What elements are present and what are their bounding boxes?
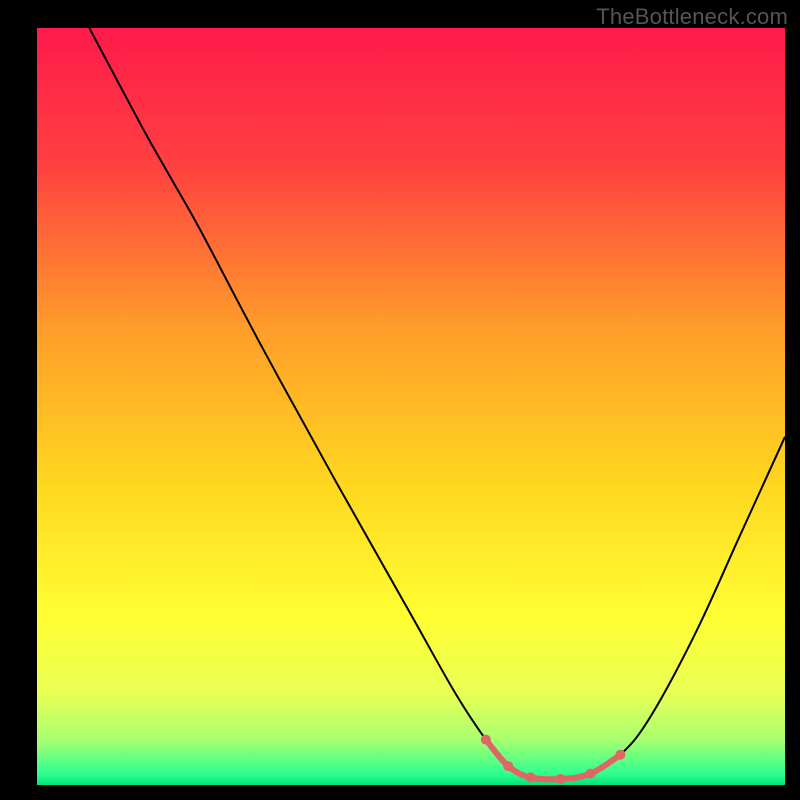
optimal-dot — [481, 735, 491, 745]
optimal-dot — [526, 772, 536, 782]
optimal-dot — [556, 774, 566, 784]
frame-bottom — [0, 785, 800, 800]
optimal-dot — [586, 769, 596, 779]
chart-svg — [0, 0, 800, 800]
frame-left — [0, 0, 37, 800]
optimal-dot — [615, 750, 625, 760]
bottleneck-chart: TheBottleneck.com — [0, 0, 800, 800]
optimal-dot — [503, 761, 513, 771]
watermark-text: TheBottleneck.com — [596, 4, 788, 30]
frame-right — [785, 0, 800, 800]
